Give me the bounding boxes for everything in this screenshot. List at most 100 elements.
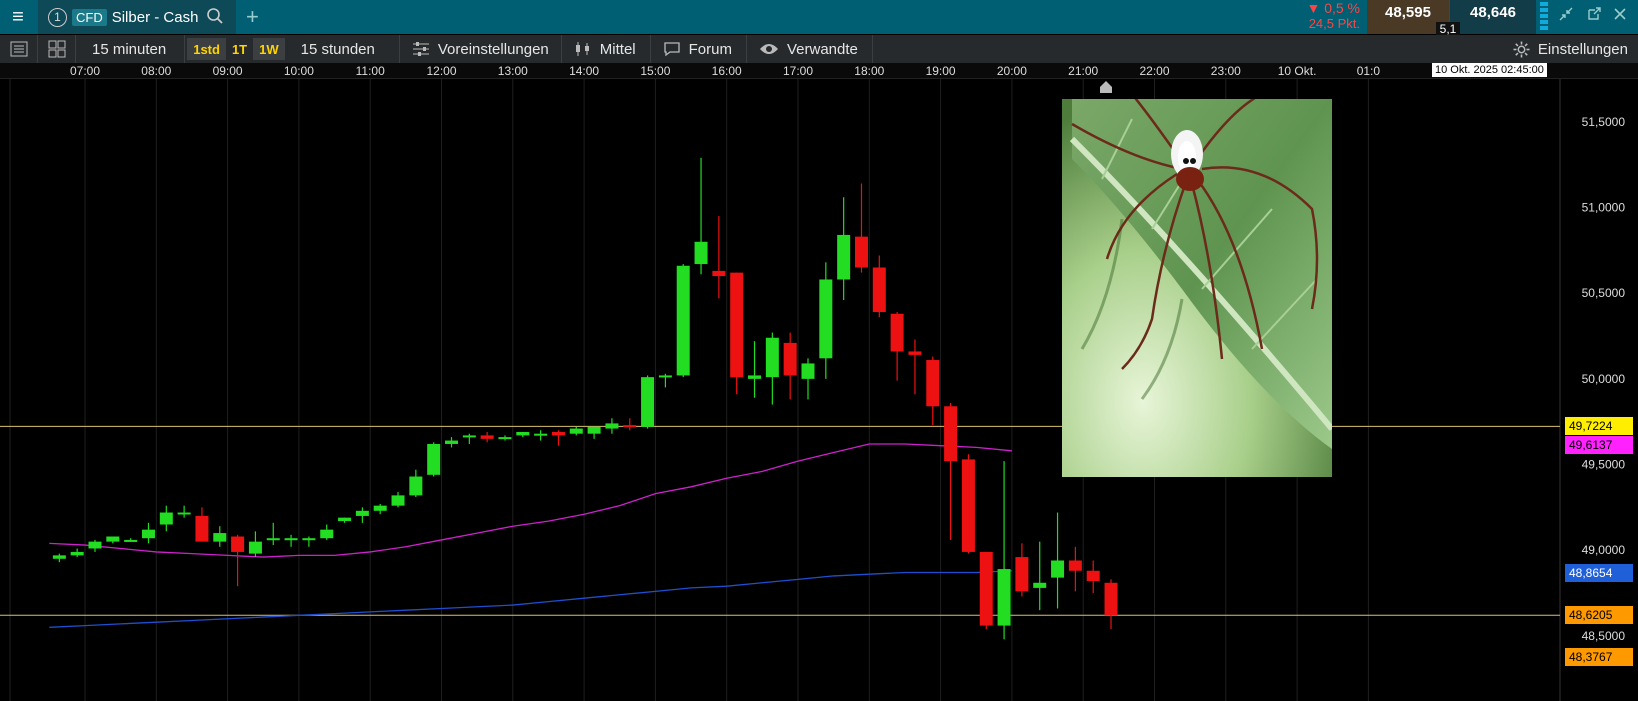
moving-average-magenta [49, 443, 1012, 558]
candle-body-up [516, 431, 530, 436]
candle-body-up [587, 426, 601, 434]
cfd-badge: CFD [72, 8, 107, 26]
candle-body-up [70, 551, 84, 556]
candle-body-up [213, 533, 227, 542]
candle-body-up [409, 476, 423, 496]
forum-label: Forum [688, 40, 732, 58]
time-tick-label: 13:00 [497, 64, 528, 78]
time-tick-label: 08:00 [141, 64, 172, 78]
time-tick-label: 15:00 [640, 64, 671, 78]
candle-body-up [801, 363, 815, 379]
time-tick-label: 14:00 [569, 64, 600, 78]
tab-number: 1 [48, 7, 67, 27]
tab-title: Silber - Cash [111, 8, 199, 26]
trading-app: ≡ 1 CFD Silber - Cash + ▼ 0,5 % 24,5 Pkt… [0, 0, 1638, 701]
candle-body-down [872, 267, 886, 313]
candles-icon [575, 42, 589, 56]
related-button[interactable]: Verwandte [747, 35, 873, 63]
candle-body-down [551, 431, 565, 436]
time-axis[interactable]: 01:0 10 Okt. 23:00 22:00 21:00 20:00 19:00 18:0… [0, 63, 1638, 79]
time-tick-label: 23:00 [1210, 64, 1241, 78]
price-tick-label: 48,5000 [1582, 629, 1626, 643]
list-icon[interactable] [0, 35, 38, 63]
candle-body-down [944, 406, 958, 462]
range-select[interactable]: 15 stunden [287, 35, 400, 63]
candle-body-up [748, 375, 762, 379]
indicator-label: Mittel [599, 40, 636, 58]
spread-value: 5,1 [1436, 22, 1460, 36]
candle-body-down [730, 272, 744, 378]
candle-body-up [266, 538, 280, 541]
candle-body-up [837, 234, 851, 280]
chat-bubble-icon [663, 42, 680, 57]
time-tick-label: 19:00 [925, 64, 956, 78]
candle-body-up [302, 538, 316, 541]
candle-body-down [1068, 560, 1082, 571]
period-1std-button[interactable]: 1std [187, 38, 226, 60]
price-tick-label: 51,5000 [1582, 115, 1626, 129]
gear-icon [1513, 41, 1530, 57]
search-icon[interactable] [206, 7, 224, 25]
time-tick-label: 18:00 [854, 64, 885, 78]
candle-body-up [338, 517, 352, 522]
layout-grid-icon[interactable] [38, 35, 76, 63]
candle-body-up [124, 539, 138, 542]
candle-body-up [177, 512, 191, 515]
forum-button[interactable]: Forum [651, 35, 747, 63]
candle-body-up [391, 495, 405, 506]
spider-photo [1062, 99, 1332, 477]
period-1w-button[interactable]: 1W [253, 38, 285, 60]
candle-body-down [231, 536, 245, 552]
candle-body-up [1033, 582, 1047, 588]
candle-body-up [248, 541, 262, 554]
ask-price-button[interactable]: 48,646 [1450, 0, 1536, 34]
range-label: 15 stunden [300, 40, 375, 58]
period-group: 1std 1T 1W [185, 35, 286, 63]
time-tick-label: 10 Okt. [1277, 64, 1317, 78]
candle-body-down [854, 236, 868, 268]
time-tick-label: 10:00 [283, 64, 314, 78]
related-label: Verwandte [786, 40, 858, 58]
candle-body-down [1086, 570, 1100, 582]
candle-body-up [462, 435, 476, 438]
sliders-icon [412, 42, 429, 56]
settings-label: Einstellungen [1537, 40, 1628, 58]
presets-button[interactable]: Voreinstellungen [400, 35, 562, 63]
candle-body-down [195, 515, 209, 542]
popout-icon[interactable] [1586, 6, 1602, 22]
time-tick-label: 20:00 [996, 64, 1027, 78]
current-time-label: 10 Okt. 2025 02:45:00 [1432, 63, 1547, 77]
candle-body-up [106, 536, 120, 542]
candle-body-up [320, 529, 334, 539]
candle-body-up [445, 440, 458, 444]
instrument-tab[interactable]: 1 CFD Silber - Cash [38, 0, 236, 34]
candle-body-up [141, 529, 155, 539]
close-icon[interactable] [1612, 6, 1628, 22]
collapse-icon[interactable] [1558, 6, 1574, 22]
interval-label: 15 minuten [92, 40, 167, 58]
candle-body-down [961, 459, 975, 552]
time-tick-label: 11:00 [355, 64, 385, 78]
price-tick-label: 49,5000 [1582, 458, 1626, 472]
interval-select[interactable]: 15 minuten [76, 35, 186, 63]
candle-body-down [908, 351, 922, 355]
indicator-button[interactable]: Mittel [562, 35, 651, 63]
candle-body-down [1104, 582, 1118, 616]
change-percent: ▼ 0,5 % [1306, 0, 1360, 16]
candle-body-down [783, 342, 797, 376]
candlestick-chart[interactable]: 51,5000 51,0000 50,5000 50,0000 49,5000 49,00… [0, 79, 1638, 701]
period-1t-button[interactable]: 1T [226, 38, 253, 60]
signal-bars-icon [1540, 2, 1548, 32]
settings-button[interactable]: Einstellungen [1513, 35, 1628, 63]
candle-body-up [658, 375, 672, 378]
add-tab-icon[interactable]: + [246, 4, 259, 30]
menu-icon[interactable]: ≡ [0, 0, 36, 34]
candle-body-down [712, 270, 726, 277]
chart-toolbar: 15 minuten 1std 1T 1W 15 stunden Voreins… [0, 35, 1638, 63]
candle-body-up [605, 423, 619, 429]
candle-body-up [88, 541, 102, 549]
time-tick-label: 01:0 [1356, 64, 1381, 78]
candle-body-down [926, 360, 940, 407]
top-bar: ≡ 1 CFD Silber - Cash + ▼ 0,5 % 24,5 Pkt… [0, 0, 1638, 36]
price-tag: 48,8654 [1565, 564, 1633, 583]
